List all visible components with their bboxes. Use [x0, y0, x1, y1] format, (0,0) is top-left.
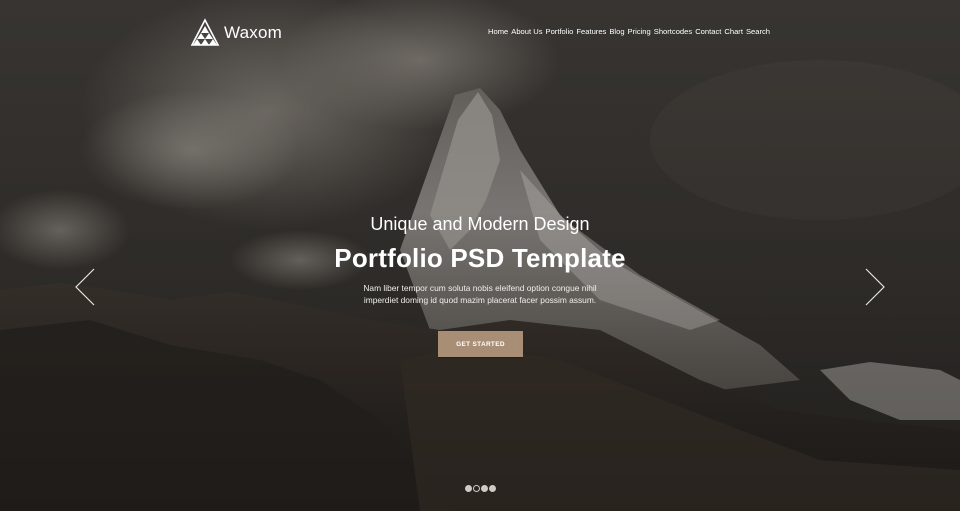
nav-item-pricing[interactable]: Pricing	[628, 27, 651, 36]
nav-item-home[interactable]: Home	[488, 27, 508, 36]
nav-item-contact[interactable]: Contact	[695, 27, 721, 36]
slider-dot[interactable]	[481, 485, 488, 492]
nav-item-search[interactable]: Search	[746, 27, 770, 36]
nav-item-chart[interactable]: Chart	[724, 27, 743, 36]
hero-slider: Waxom Home About Us Portfolio Features B…	[0, 0, 960, 511]
hero-description-line: imperdiet doming id quod mazim placerat …	[363, 294, 597, 305]
hero-subtitle: Unique and Modern Design	[370, 214, 590, 234]
brand-logo[interactable]: Waxom	[190, 18, 282, 48]
get-started-button[interactable]: GET STARTED	[438, 331, 523, 357]
main-navigation: Home About Us Portfolio Features Blog Pr…	[488, 27, 770, 36]
hero-title: Portfolio PSD Template	[334, 243, 626, 273]
nav-item-blog[interactable]: Blog	[609, 27, 624, 36]
slider-pagination	[465, 485, 496, 492]
slider-dot[interactable]	[465, 485, 472, 492]
slider-dot[interactable]	[489, 485, 496, 492]
nav-item-about-us[interactable]: About Us	[511, 27, 542, 36]
hero-description-line: Nam liber tempor cum soluta nobis eleife…	[363, 283, 597, 293]
nav-item-portfolio[interactable]: Portfolio	[546, 27, 574, 36]
triangle-mosaic-icon	[190, 18, 220, 46]
nav-item-shortcodes[interactable]: Shortcodes	[654, 27, 692, 36]
slider-dot-active[interactable]	[473, 485, 480, 492]
hero-description: Nam liber tempor cum soluta nobis eleife…	[330, 283, 630, 306]
brand-name: Waxom	[224, 23, 282, 42]
nav-item-features[interactable]: Features	[576, 27, 606, 36]
